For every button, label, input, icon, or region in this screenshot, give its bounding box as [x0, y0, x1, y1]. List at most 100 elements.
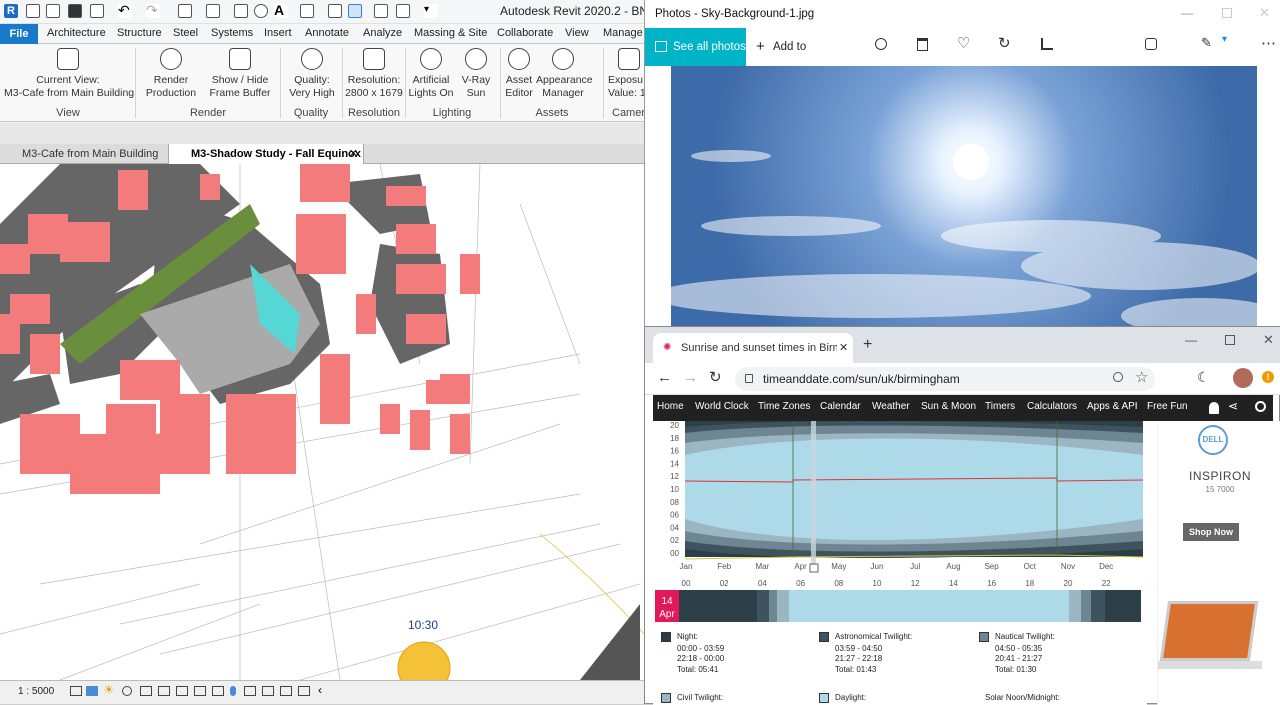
switch-windows-icon[interactable]	[396, 4, 410, 18]
close-icon[interactable]: ✕	[1263, 332, 1274, 348]
temp-view-icon[interactable]	[244, 686, 256, 696]
chevron-down-icon[interactable]: ▾	[1222, 34, 1227, 45]
render-production-button[interactable]: Render Production	[142, 48, 200, 100]
shadows-icon[interactable]	[122, 686, 132, 696]
zoom-icon[interactable]	[875, 38, 887, 50]
tab-annotate[interactable]: Annotate	[305, 27, 349, 39]
live-icon[interactable]	[1145, 38, 1157, 50]
minimize-icon[interactable]: —	[1185, 333, 1197, 347]
crop-view-icon[interactable]	[158, 686, 170, 696]
nav-world-clock[interactable]: World Clock	[695, 401, 749, 412]
rotate-icon[interactable]: ↻	[998, 34, 1011, 52]
exposure-button[interactable]: Exposu Value: 1	[608, 48, 644, 100]
section-icon[interactable]	[328, 4, 342, 18]
sun-path-icon[interactable]: ☀	[103, 682, 115, 698]
nav-sun-moon[interactable]: Sun & Moon	[921, 401, 976, 412]
tab-architecture[interactable]: Architecture	[47, 27, 106, 39]
drawing-canvas[interactable]: 10:30	[0, 164, 644, 680]
nav-apps-api[interactable]: Apps & API	[1087, 401, 1138, 412]
tab-systems[interactable]: Systems	[211, 27, 253, 39]
dark-mode-icon[interactable]: ☾	[1197, 369, 1210, 386]
tab-collaborate[interactable]: Collaborate	[497, 27, 553, 39]
search-icon[interactable]	[1255, 401, 1266, 412]
dell-ad[interactable]: DELL INSPIRON 15 7000 Shop Now	[1157, 421, 1280, 705]
vray-sun-button[interactable]: V-Ray Sun	[458, 48, 494, 100]
undo-icon[interactable]: ↶	[118, 3, 132, 18]
detail-level-icon[interactable]	[70, 686, 82, 696]
selected-date-marker[interactable]	[811, 421, 816, 565]
customize-qat-icon[interactable]: ▾	[424, 4, 438, 18]
redo-icon[interactable]: ↷	[146, 3, 160, 18]
thin-lines-icon[interactable]	[348, 4, 362, 18]
star-icon[interactable]: ☆	[1135, 368, 1148, 386]
current-view-button[interactable]: Current View: M3-Cafe from Main Building	[4, 48, 134, 100]
heart-icon[interactable]: ♡	[957, 34, 970, 52]
more-icon[interactable]: ⋯	[1261, 34, 1276, 52]
close-icon[interactable]: ✕	[1259, 5, 1270, 21]
hide-isolate-icon[interactable]	[212, 686, 224, 696]
tag-icon[interactable]	[254, 4, 268, 18]
tab-massing-site[interactable]: Massing & Site	[414, 27, 487, 39]
delete-icon[interactable]	[917, 38, 928, 51]
tab-analyze[interactable]: Analyze	[363, 27, 402, 39]
visual-style-icon[interactable]	[86, 686, 98, 696]
asset-editor-button[interactable]: Asset Editor	[503, 48, 535, 100]
render-dialog-icon[interactable]	[140, 686, 152, 696]
search-icon[interactable]	[1113, 372, 1123, 382]
share-icon[interactable]: ⋖	[1228, 399, 1238, 413]
edit-icon[interactable]: ✎	[1201, 35, 1212, 51]
scale-label[interactable]: 1 : 5000	[18, 686, 54, 697]
view-tab-cafe[interactable]: M3-Cafe from Main Building	[0, 144, 168, 164]
avatar[interactable]	[1233, 368, 1253, 388]
back-icon[interactable]: ←	[657, 369, 672, 386]
unlock-view-icon[interactable]	[194, 686, 206, 696]
tab-close-icon[interactable]: ✕	[837, 341, 849, 354]
show-hide-frame-buffer-button[interactable]: Show / Hide Frame Buffer	[208, 48, 272, 100]
appearance-manager-button[interactable]: Appearance Manager	[536, 48, 593, 100]
crop-icon[interactable]	[1041, 38, 1053, 50]
tab-view[interactable]: View	[565, 27, 589, 39]
artificial-lights-button[interactable]: Artificial Lights On	[408, 48, 454, 100]
tab-insert[interactable]: Insert	[264, 27, 292, 39]
nav-free-fun[interactable]: Free Fun	[1147, 401, 1188, 412]
url-field[interactable]: timeanddate.com/sun/uk/birmingham ☆	[735, 367, 1155, 391]
resolution-button[interactable]: Resolution: 2800 x 1679	[345, 48, 403, 100]
constraints-icon[interactable]	[298, 686, 310, 696]
browser-tab[interactable]: ✺ Sunrise and sunset times in Birmi ✕	[653, 333, 853, 363]
user-icon[interactable]	[1209, 402, 1219, 414]
nav-time-zones[interactable]: Time Zones	[758, 401, 810, 412]
forward-icon[interactable]: →	[683, 369, 698, 386]
crop-region-icon[interactable]	[176, 686, 188, 696]
save-icon[interactable]	[68, 4, 82, 18]
nav-home[interactable]: Home	[657, 401, 684, 412]
minimize-icon[interactable]: —	[1181, 6, 1193, 20]
see-all-photos-button[interactable]: See all photos	[645, 28, 746, 66]
update-icon[interactable]: !	[1262, 371, 1274, 383]
new-tab-icon[interactable]: +	[863, 336, 872, 354]
sync-icon[interactable]	[90, 4, 104, 18]
tab-manage[interactable]: Manage	[603, 27, 643, 39]
nav-timers[interactable]: Timers	[985, 401, 1015, 412]
revit-logo-icon[interactable]: R	[4, 4, 18, 18]
tab-file[interactable]: File	[0, 24, 38, 44]
nav-calendar[interactable]: Calendar	[820, 401, 861, 412]
folder-icon[interactable]	[46, 4, 60, 18]
tab-steel[interactable]: Steel	[173, 27, 198, 39]
nav-calculators[interactable]: Calculators	[1027, 401, 1077, 412]
shop-now-button[interactable]: Shop Now	[1183, 523, 1239, 541]
3d-view-icon[interactable]	[300, 4, 314, 18]
close-hidden-icon[interactable]	[374, 4, 388, 18]
dimension-icon[interactable]	[234, 4, 248, 18]
open-icon[interactable]	[26, 4, 40, 18]
nav-weather[interactable]: Weather	[872, 401, 910, 412]
measure-icon[interactable]	[206, 4, 220, 18]
maximize-icon[interactable]	[1225, 335, 1235, 345]
reveal-hidden-icon[interactable]	[230, 686, 236, 696]
maximize-icon[interactable]	[1222, 8, 1232, 18]
print-icon[interactable]	[178, 4, 192, 18]
highlight-icon[interactable]	[280, 686, 292, 696]
quality-button[interactable]: Quality: Very High	[286, 48, 338, 100]
reload-icon[interactable]: ↻	[709, 368, 722, 386]
chevron-left-icon[interactable]: ‹	[318, 683, 322, 697]
tab-structure[interactable]: Structure	[117, 27, 162, 39]
